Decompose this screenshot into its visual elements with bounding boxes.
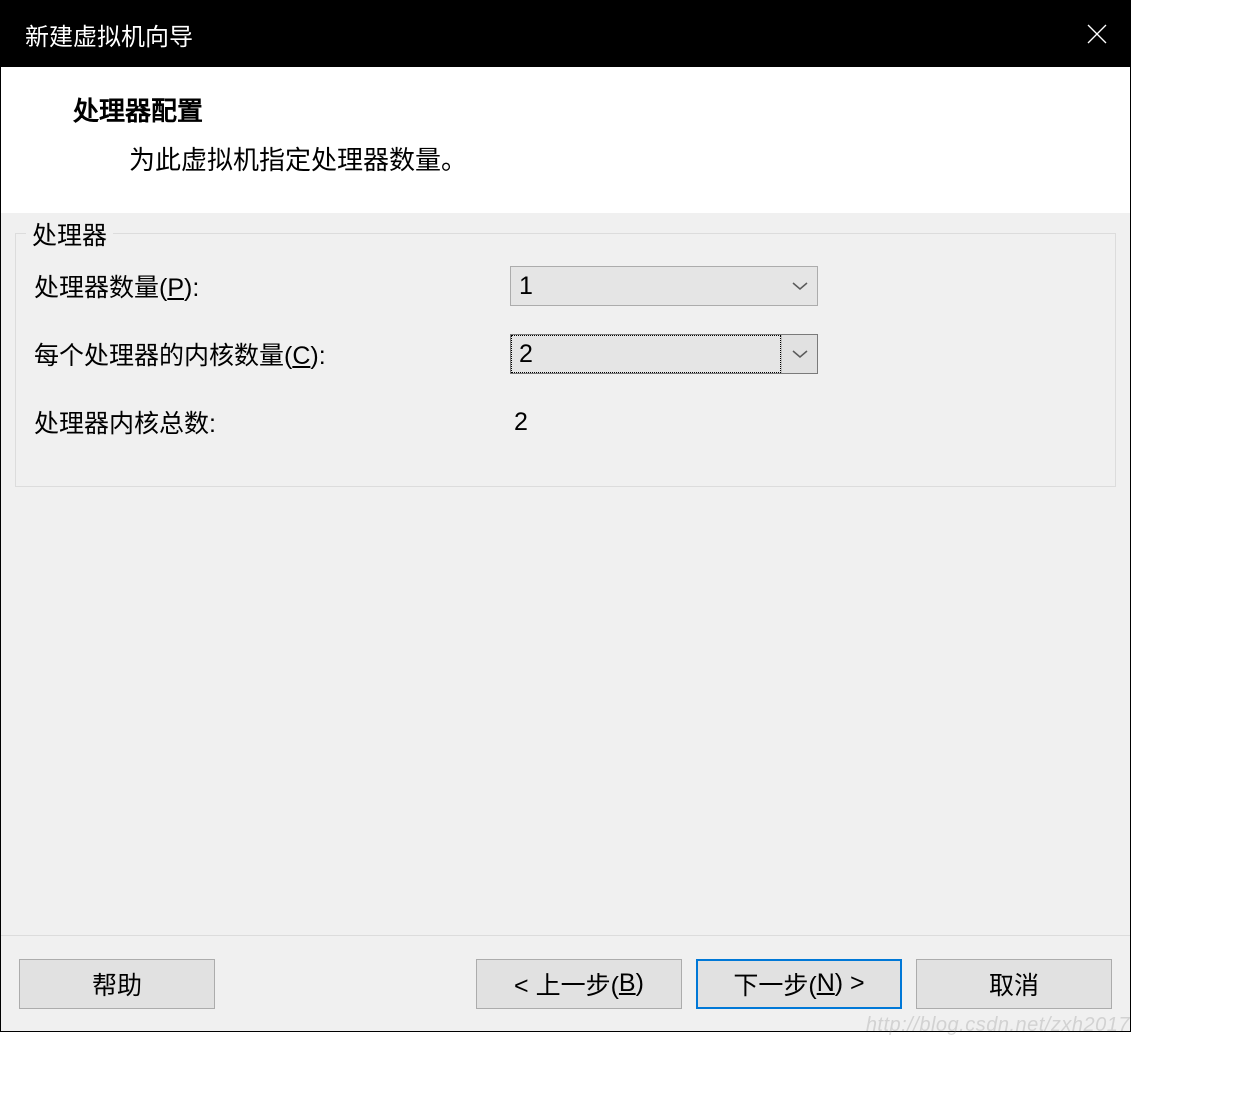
- cores-per-processor-value: 2: [511, 335, 781, 373]
- row-cores-per-processor: 每个处理器的内核数量(C): 2: [34, 330, 1097, 378]
- row-processor-count: 处理器数量(P): 1: [34, 262, 1097, 310]
- back-button[interactable]: < 上一步(B): [476, 959, 682, 1009]
- label-total-cores: 处理器内核总数:: [34, 404, 510, 440]
- processors-group: 处理器 处理器数量(P): 1 每个处理器的内核数量(C): 2: [15, 233, 1116, 487]
- cancel-button[interactable]: 取消: [916, 959, 1112, 1009]
- next-button[interactable]: 下一步(N) >: [696, 959, 902, 1009]
- processor-count-value: 1: [511, 267, 781, 305]
- wizard-header: 处理器配置 为此虚拟机指定处理器数量。: [1, 67, 1130, 213]
- cores-per-processor-select[interactable]: 2: [510, 334, 818, 374]
- group-legend: 处理器: [26, 216, 113, 252]
- wizard-window: 新建虚拟机向导 处理器配置 为此虚拟机指定处理器数量。 处理器 处理器数量(P)…: [0, 0, 1131, 1032]
- label-processor-count: 处理器数量(P):: [34, 268, 510, 304]
- titlebar: 新建虚拟机向导: [1, 1, 1130, 67]
- page-subtitle: 为此虚拟机指定处理器数量。: [129, 140, 1130, 177]
- chevron-down-icon: [781, 335, 817, 373]
- window-title: 新建虚拟机向导: [25, 17, 193, 52]
- close-button[interactable]: [1064, 1, 1130, 67]
- total-cores-value: 2: [510, 408, 528, 437]
- wizard-footer: 帮助 < 上一步(B) 下一步(N) > 取消: [1, 935, 1130, 1031]
- wizard-body: 处理器 处理器数量(P): 1 每个处理器的内核数量(C): 2: [1, 213, 1130, 935]
- help-button[interactable]: 帮助: [19, 959, 215, 1009]
- processor-count-select[interactable]: 1: [510, 266, 818, 306]
- close-icon: [1086, 23, 1108, 45]
- chevron-down-icon: [781, 267, 817, 305]
- label-cores-per-processor: 每个处理器的内核数量(C):: [34, 336, 510, 372]
- row-total-cores: 处理器内核总数: 2: [34, 398, 1097, 446]
- page-title: 处理器配置: [73, 91, 1130, 128]
